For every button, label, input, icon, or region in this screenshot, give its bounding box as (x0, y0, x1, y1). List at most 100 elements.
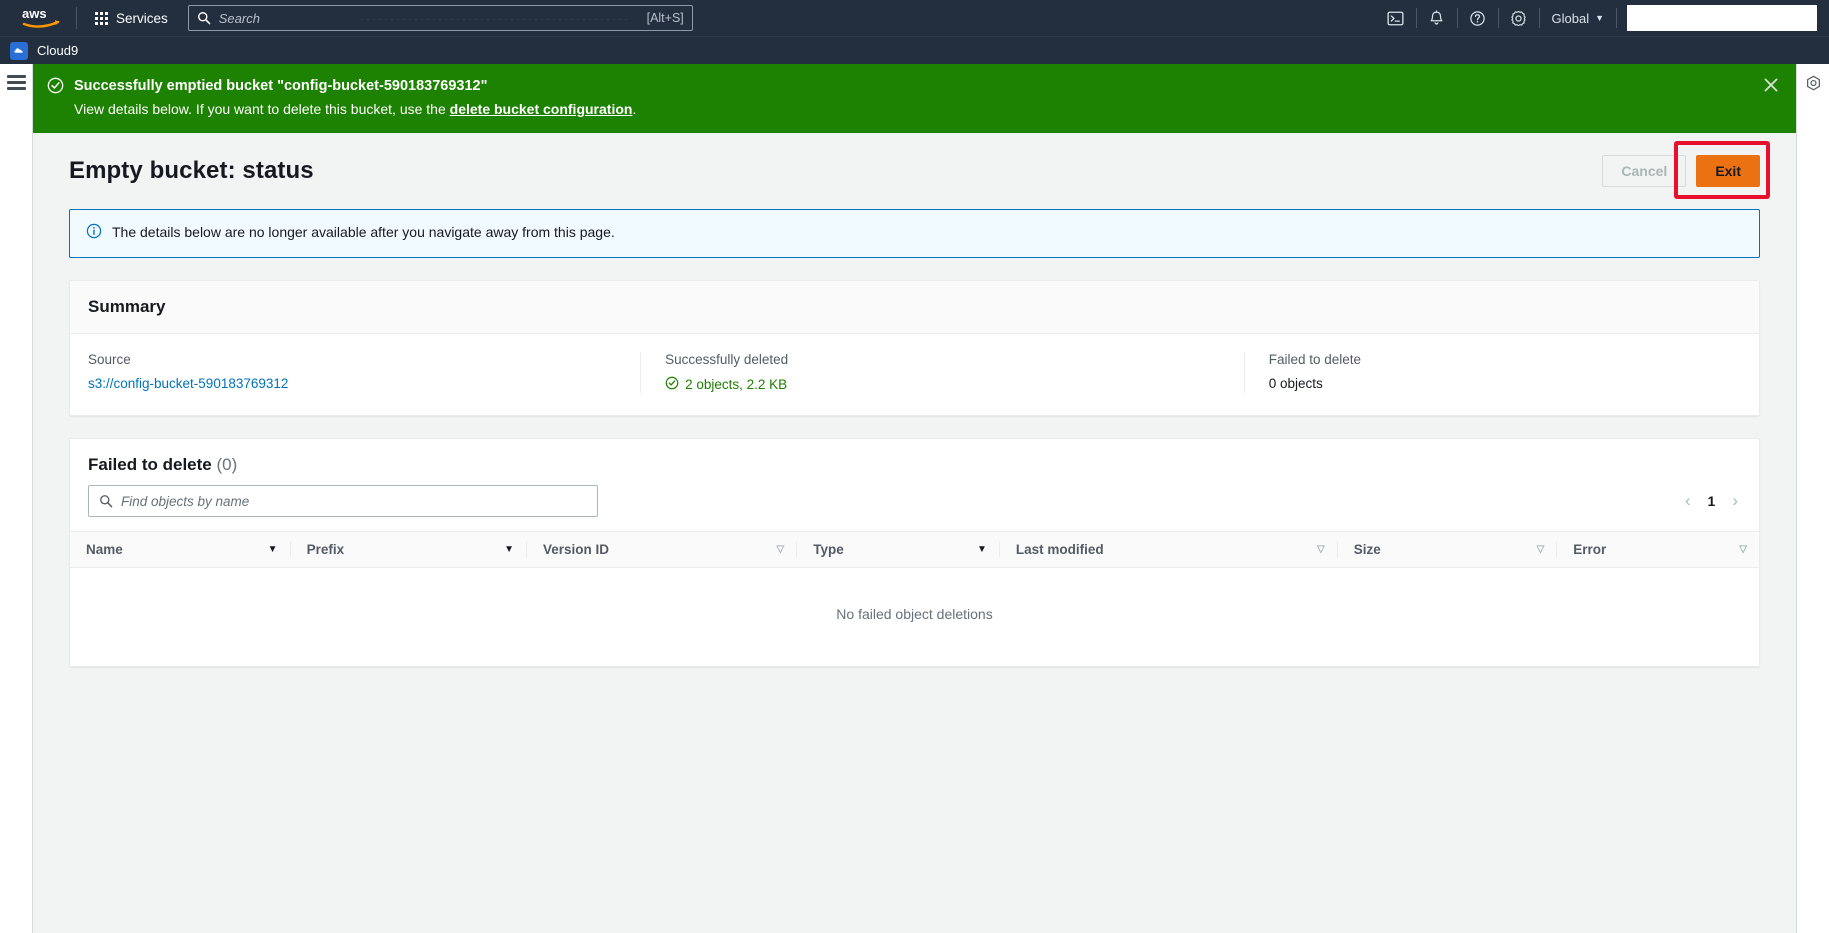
column-label: Version ID (543, 542, 610, 558)
region-label: Global (1551, 10, 1590, 26)
services-label: Services (116, 10, 168, 26)
table-header-row: Name ▼ Prefix ▼ Version ID ▽ Type ▼ Last… (70, 531, 1759, 569)
success-check-icon (47, 77, 64, 120)
sort-arrow-icon: ▽ (776, 544, 785, 556)
table-header: Name ▼ Prefix ▼ Version ID ▽ Type ▼ Last… (70, 531, 1759, 569)
pagination-page-number[interactable]: 1 (1708, 493, 1716, 509)
find-objects-placeholder: Find objects by name (121, 493, 250, 509)
services-menu-button[interactable]: Services (87, 6, 176, 31)
summary-source-column: Source s3://config-bucket-590183769312 (88, 352, 640, 393)
help-question-icon[interactable] (1458, 0, 1498, 36)
flash-subtitle: View details below. If you want to delet… (74, 99, 1778, 120)
summary-failed-column: Failed to delete 0 objects (1243, 352, 1741, 394)
region-selector[interactable]: Global ▼ (1540, 11, 1617, 26)
table-toolbar: Find objects by name ‹ 1 › (70, 481, 1759, 531)
column-header-error[interactable]: Error ▽ (1556, 531, 1759, 569)
delete-bucket-configuration-link[interactable]: delete bucket configuration (450, 101, 633, 117)
left-rail (0, 64, 33, 933)
info-alert-message: The details below are no longer availabl… (112, 224, 615, 241)
sort-arrow-icon: ▽ (1536, 544, 1545, 556)
summary-card: Summary Source s3://config-bucket-590183… (69, 280, 1760, 417)
chevron-down-icon: ▼ (1595, 13, 1604, 23)
page-container: Empty bucket: status Cancel Exit The det… (33, 133, 1796, 933)
flash-text: Successfully emptied bucket "config-buck… (74, 76, 1778, 120)
table-body: No failed object deletions (70, 568, 1759, 667)
search-icon (100, 495, 113, 508)
column-header-prefix[interactable]: Prefix ▼ (289, 531, 527, 569)
failed-heading: Failed to delete (0) (88, 455, 237, 474)
svg-text:aws: aws (22, 6, 47, 21)
service-breadcrumb-bar: Cloud9 (0, 36, 1829, 64)
hamburger-menu-icon[interactable] (6, 75, 26, 933)
help-panel-icon[interactable] (1805, 75, 1822, 933)
summary-heading: Summary (88, 297, 166, 317)
sort-arrow-icon: ▼ (977, 544, 987, 556)
main-content: Successfully emptied bucket "config-buck… (33, 64, 1796, 933)
source-label: Source (88, 352, 131, 368)
column-label: Last modified (1015, 542, 1104, 558)
summary-card-header: Summary (70, 281, 1759, 335)
right-rail (1796, 64, 1829, 933)
grid-icon (95, 11, 108, 25)
search-icon (197, 12, 211, 25)
failed-objects-table: Name ▼ Prefix ▼ Version ID ▽ Type ▼ Last… (70, 531, 1759, 666)
aws-logo[interactable]: aws (18, 6, 66, 30)
column-header-size[interactable]: Size ▽ (1336, 531, 1557, 569)
search-placeholder: Search (218, 10, 260, 26)
cloudshell-icon[interactable] (1376, 0, 1416, 36)
search-shortcut-hint: [Alt+S] (646, 11, 684, 25)
column-label: Type (813, 542, 844, 558)
column-header-last-modified[interactable]: Last modified ▽ (998, 531, 1337, 569)
find-objects-input[interactable]: Find objects by name (88, 485, 598, 518)
pagination-prev-icon[interactable]: ‹ (1682, 491, 1694, 511)
success-check-icon (665, 376, 679, 393)
sort-arrow-icon: ▼ (267, 544, 278, 556)
failed-heading-text: Failed to delete (88, 455, 212, 475)
column-header-version-id[interactable]: Version ID ▽ (526, 531, 797, 569)
cloud9-icon (10, 41, 28, 60)
column-label: Error (1573, 542, 1607, 558)
pagination-next-icon[interactable]: › (1729, 491, 1741, 511)
success-flash-banner: Successfully emptied bucket "config-buck… (33, 64, 1796, 134)
exit-button[interactable]: Exit (1696, 155, 1760, 188)
sort-arrow-icon: ▼ (504, 544, 515, 556)
column-header-type[interactable]: Type ▼ (796, 531, 999, 569)
source-bucket-link[interactable]: s3://config-bucket-590183769312 (88, 376, 288, 391)
failed-to-delete-label: Failed to delete (1268, 352, 1362, 368)
failed-to-delete-value: 0 objects (1268, 376, 1323, 392)
flash-sub-after: . (632, 101, 637, 118)
account-menu-redacted[interactable] (1627, 5, 1817, 31)
table-empty-row: No failed object deletions (70, 568, 1759, 667)
column-header-name[interactable]: Name ▼ (70, 531, 290, 569)
info-circle-icon (86, 223, 102, 244)
successfully-deleted-label: Successfully deleted (665, 352, 789, 368)
successfully-deleted-value-row: 2 objects, 2.2 KB (665, 376, 1224, 393)
service-name: Cloud9 (37, 43, 79, 58)
close-icon[interactable] (1762, 76, 1780, 99)
search-dotted-rule (358, 19, 628, 20)
sort-arrow-icon: ▽ (1739, 544, 1747, 556)
global-search-input[interactable]: Search [Alt+S] (187, 5, 693, 31)
nav-divider (1616, 8, 1617, 28)
column-label: Size (1353, 542, 1381, 558)
top-navigation-bar: aws Services Search [Alt+S] Global ▼ (0, 0, 1829, 36)
settings-gear-icon[interactable] (1499, 0, 1539, 36)
successfully-deleted-value: 2 objects, 2.2 KB (685, 377, 788, 393)
page-title: Empty bucket: status (69, 157, 314, 185)
page-actions: Cancel Exit (1602, 141, 1770, 200)
page-body: Successfully emptied bucket "config-buck… (0, 64, 1829, 933)
page-header: Empty bucket: status Cancel Exit (69, 141, 1770, 200)
column-label: Name (86, 542, 123, 558)
flash-sub-before: View details below. If you want to delet… (74, 101, 450, 118)
nav-right-cluster: Global ▼ (1376, 0, 1820, 36)
info-alert: The details below are no longer availabl… (69, 209, 1760, 259)
flash-title: Successfully emptied bucket "config-buck… (74, 78, 488, 94)
sort-arrow-icon: ▽ (1317, 544, 1325, 556)
pagination: ‹ 1 › (1682, 491, 1741, 511)
cancel-button[interactable]: Cancel (1602, 155, 1687, 188)
summary-columns: Source s3://config-bucket-590183769312 S… (70, 334, 1759, 415)
notifications-bell-icon[interactable] (1417, 0, 1457, 36)
source-value: s3://config-bucket-590183769312 (88, 376, 620, 391)
failed-to-delete-card: Failed to delete (0) Find objects by nam… (69, 438, 1760, 668)
column-label: Prefix (306, 542, 345, 558)
